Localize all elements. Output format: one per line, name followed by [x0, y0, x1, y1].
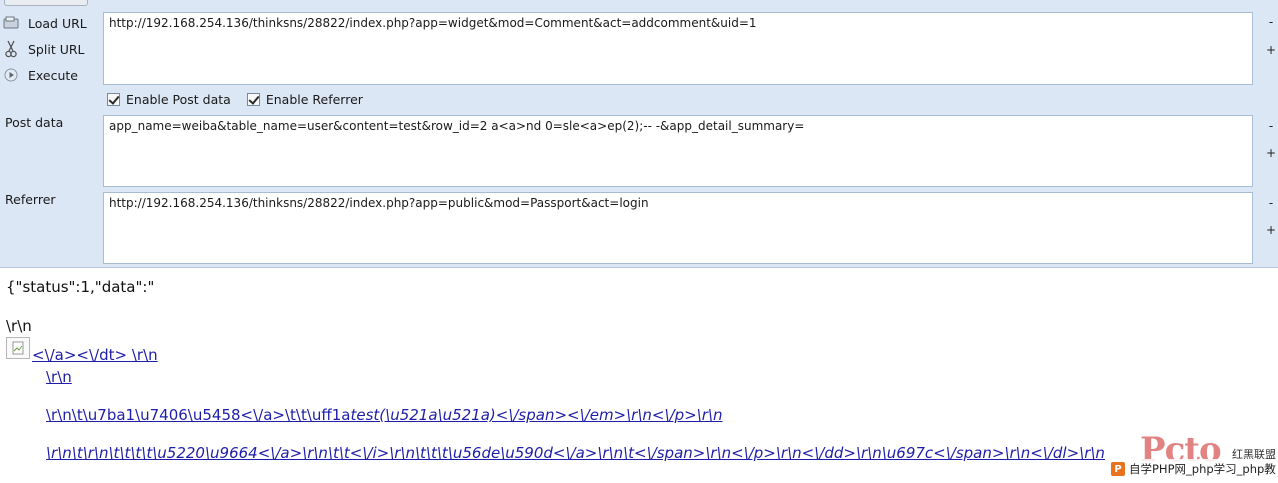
response-link-3[interactable]: \r\n\t\u7ba1\u7406\u5458<\/a>\t\t\uff1at…	[46, 406, 722, 424]
load-url-button[interactable]: Load URL	[2, 12, 96, 34]
response-link-3-text: \r\n\t\u7ba1\u7406\u5458<\/a>\t\t\uff1a	[46, 406, 351, 424]
referrer-textarea[interactable]: http://192.168.254.136/thinksns/28822/in…	[103, 192, 1253, 264]
execute-button[interactable]: Execute	[2, 64, 96, 86]
enable-referrer-label: Enable Referrer	[265, 92, 363, 107]
execute-label: Execute	[28, 67, 78, 83]
referrer-value: http://192.168.254.136/thinksns/28822/in…	[109, 196, 649, 210]
url-value: http://192.168.254.136/thinksns/28822/in…	[109, 16, 757, 30]
referrer-label: Referrer	[5, 192, 56, 207]
post-data-check-icon	[107, 93, 120, 106]
post-data-value: app_name=weiba&table_name=user&content=t…	[109, 119, 805, 133]
referrer-check-icon	[246, 93, 260, 106]
response-link-2[interactable]: \r\n	[46, 368, 72, 386]
response-json-start: {"status":1,"data":"	[6, 278, 155, 296]
split-url-button[interactable]: Split URL	[2, 38, 96, 60]
enable-referrer-checkbox[interactable]: Enable Referrer	[246, 92, 363, 107]
referrer-grow-button[interactable]: +	[1264, 224, 1278, 236]
scissors-icon	[2, 40, 20, 58]
response-link-4[interactable]: \r\n\t\r\n\t\t\t\t\u5220\u9664<\/a>\r\n\…	[46, 444, 1105, 462]
broken-image-icon	[6, 337, 30, 359]
split-url-label: Split URL	[28, 41, 85, 57]
watermark-site: 自学PHP网_php学习_php教	[1129, 462, 1276, 476]
load-url-icon	[2, 14, 20, 32]
enable-post-data-label: Enable Post data	[126, 92, 231, 107]
post-shrink-button[interactable]: -	[1264, 120, 1278, 132]
load-url-label: Load URL	[28, 15, 87, 31]
play-icon	[2, 66, 20, 84]
options-row: Enable Post data Enable Referrer	[107, 92, 379, 107]
url-textarea[interactable]: http://192.168.254.136/thinksns/28822/in…	[103, 12, 1253, 85]
response-newline: \r\n	[6, 317, 32, 335]
url-shrink-button[interactable]: -	[1264, 16, 1278, 28]
referrer-shrink-button[interactable]: -	[1264, 197, 1278, 209]
response-link-3-italic: test(\u521a\u521a)<\/span><\/em>\r\n<\/p…	[350, 406, 723, 424]
hackbar-panel: Load URL Split URL Execute http://192.16…	[0, 0, 1278, 268]
post-grow-button[interactable]: +	[1264, 147, 1278, 159]
response-body: {"status":1,"data":" \r\n <\/a><\/dt> \r…	[0, 268, 1278, 483]
top-toolbar-button[interactable]	[4, 0, 88, 6]
post-data-label: Post data	[5, 115, 64, 130]
post-data-textarea[interactable]: app_name=weiba&table_name=user&content=t…	[103, 115, 1253, 187]
url-grow-button[interactable]: +	[1264, 44, 1278, 56]
enable-post-data-checkbox[interactable]: Enable Post data	[107, 92, 231, 107]
response-link-1[interactable]: <\/a><\/dt> \r\n	[32, 346, 158, 364]
watermark-logo-icon: P	[1111, 462, 1125, 476]
watermark-bar: P 自学PHP网_php学习_php教	[1107, 459, 1278, 479]
